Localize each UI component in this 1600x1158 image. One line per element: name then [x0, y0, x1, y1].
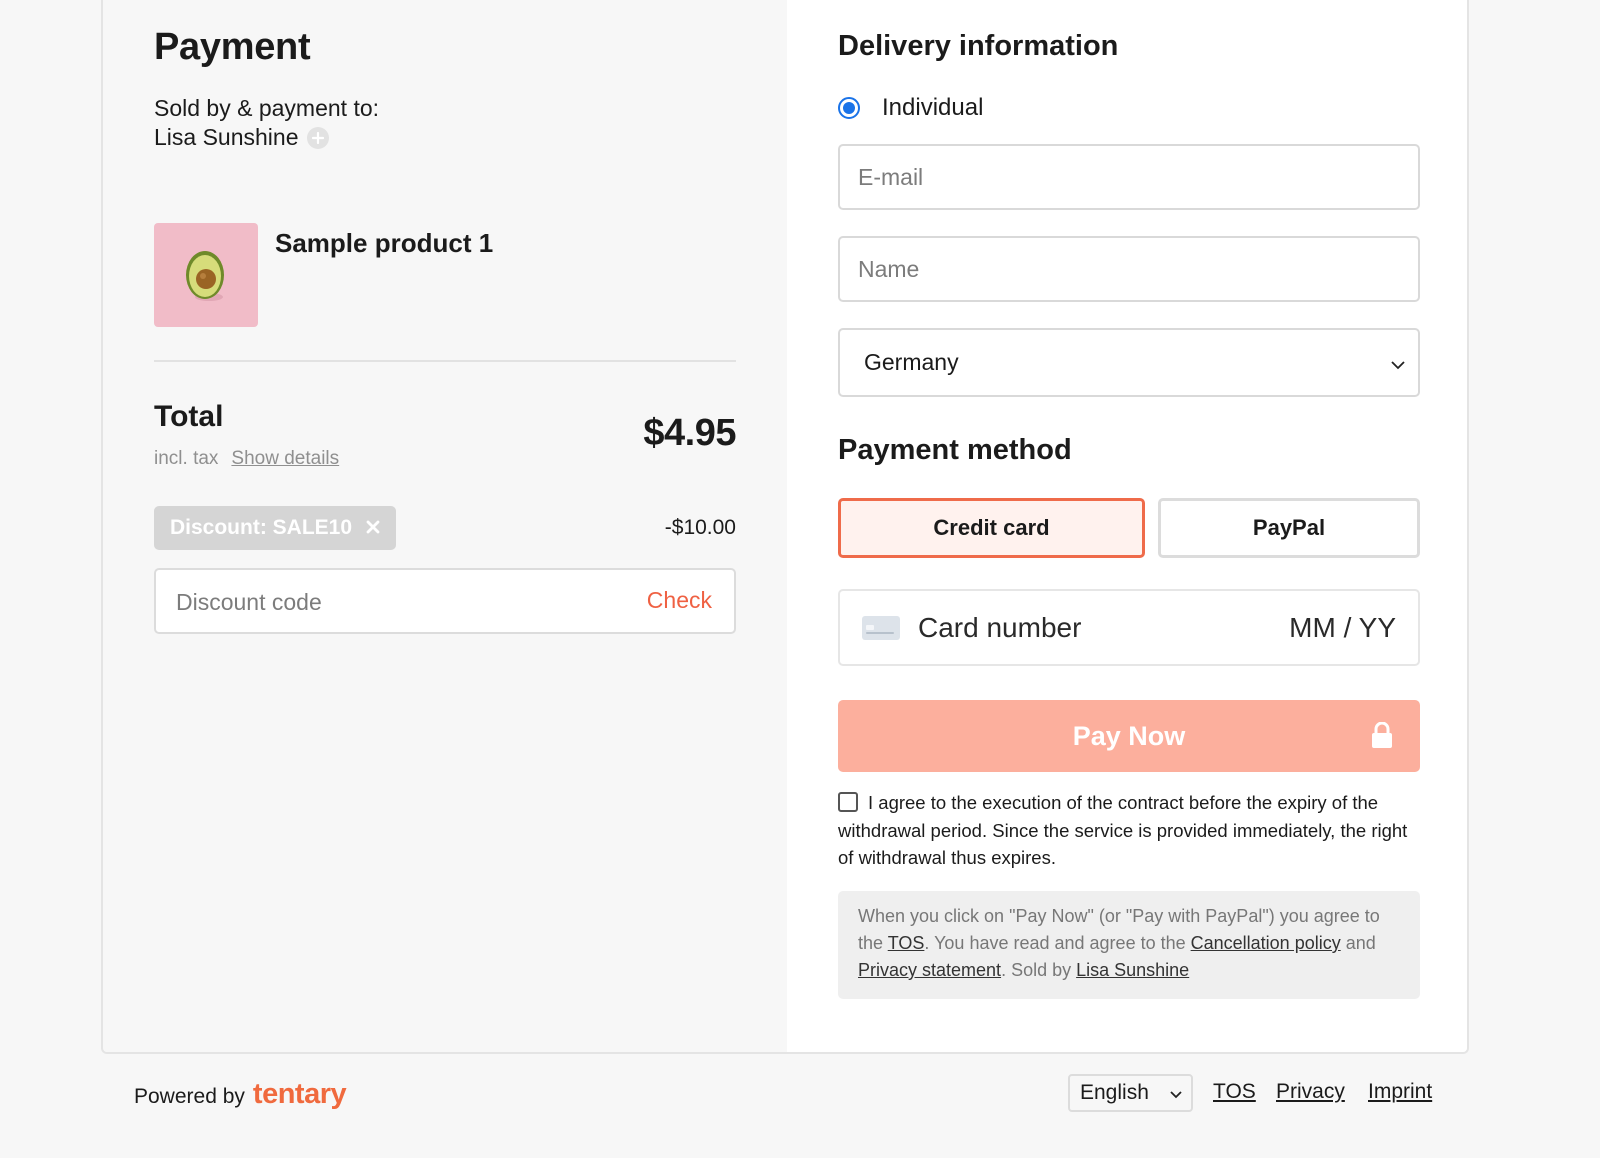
customer-type-label: Individual: [882, 94, 984, 121]
seller-name: Lisa Sunshine: [154, 124, 299, 150]
seller-row: Lisa Sunshine: [154, 124, 329, 151]
total-label: Total: [154, 400, 224, 433]
product-name: Sample product 1: [275, 228, 494, 258]
customer-type-radio[interactable]: Individual: [838, 94, 983, 122]
footer-tos-link[interactable]: TOS: [1213, 1080, 1256, 1104]
agree-checkbox[interactable]: [838, 792, 858, 812]
country-select[interactable]: Germany: [838, 328, 1420, 397]
discount-code-box: Check: [154, 568, 736, 634]
credit-card-button[interactable]: Credit card: [838, 498, 1145, 558]
tax-row: incl. tax Show details: [154, 448, 339, 470]
privacy-statement-link[interactable]: Privacy statement: [858, 960, 1001, 980]
chevron-down-icon: [1390, 349, 1406, 376]
expand-seller-icon[interactable]: [306, 126, 329, 149]
card-number-placeholder: Card number: [918, 611, 1082, 643]
product-image: [154, 223, 258, 327]
email-field-wrapper: [838, 144, 1420, 210]
name-field-wrapper: [838, 236, 1420, 302]
tentary-logo[interactable]: tentary: [253, 1078, 347, 1111]
pay-now-button[interactable]: Pay Now: [838, 700, 1420, 772]
paypal-button[interactable]: PayPal: [1158, 498, 1420, 558]
email-field[interactable]: [840, 146, 1418, 208]
agreement-text: I agree to the execution of the contract…: [838, 792, 1408, 868]
chevron-down-icon: [1169, 1081, 1183, 1105]
page-title: Payment: [154, 26, 311, 68]
withdrawal-agreement: I agree to the execution of the contract…: [838, 789, 1420, 872]
discount-chip-label: Discount: SALE10: [170, 516, 353, 539]
footer-privacy-link[interactable]: Privacy: [1276, 1080, 1345, 1104]
delivery-title: Delivery information: [838, 30, 1119, 62]
powered-by-label: Powered by: [134, 1085, 245, 1108]
total-amount: $4.95: [643, 412, 736, 454]
discount-code-input[interactable]: [174, 570, 608, 634]
seller-link[interactable]: Lisa Sunshine: [1076, 960, 1189, 980]
remove-discount-icon[interactable]: [366, 516, 380, 540]
discount-amount: -$10.00: [664, 516, 736, 539]
legal-text: . You have read and agree to the: [924, 933, 1191, 953]
legal-notice: When you click on "Pay Now" (or "Pay wit…: [838, 891, 1420, 999]
show-details-link[interactable]: Show details: [231, 448, 339, 470]
credit-card-icon: [862, 615, 900, 640]
tos-link[interactable]: TOS: [888, 933, 925, 953]
incl-tax-label: incl. tax: [154, 448, 219, 469]
powered-by: Powered by tentary: [134, 1078, 347, 1111]
divider: [154, 360, 736, 362]
avocado-icon: [186, 251, 224, 301]
language-value: English: [1080, 1081, 1149, 1104]
legal-text: . Sold by: [1001, 960, 1077, 980]
legal-text: and: [1340, 933, 1376, 953]
card-expiry-placeholder: MM / YY: [1289, 611, 1396, 643]
cancellation-policy-link[interactable]: Cancellation policy: [1191, 933, 1341, 953]
radio-selected-icon[interactable]: [838, 97, 860, 119]
order-summary-panel: Payment Sold by & payment to: Lisa Sunsh…: [103, 0, 787, 1052]
payment-method-title: Payment method: [838, 434, 1072, 466]
lock-icon: [1370, 721, 1394, 755]
applied-discount-chip: Discount: SALE10: [154, 506, 397, 550]
name-field[interactable]: [840, 238, 1418, 300]
check-discount-button[interactable]: Check: [647, 587, 712, 614]
card-input[interactable]: Card number MM / YY: [838, 589, 1420, 666]
sold-by-label: Sold by & payment to:: [154, 95, 380, 121]
checkout-card: Payment Sold by & payment to: Lisa Sunsh…: [101, 0, 1469, 1054]
country-value: Germany: [864, 349, 959, 375]
checkout-form-panel: Delivery information Individual Germany …: [787, 0, 1467, 1052]
language-select[interactable]: English: [1068, 1074, 1193, 1112]
pay-now-label: Pay Now: [1072, 720, 1186, 751]
footer-imprint-link[interactable]: Imprint: [1368, 1080, 1432, 1104]
